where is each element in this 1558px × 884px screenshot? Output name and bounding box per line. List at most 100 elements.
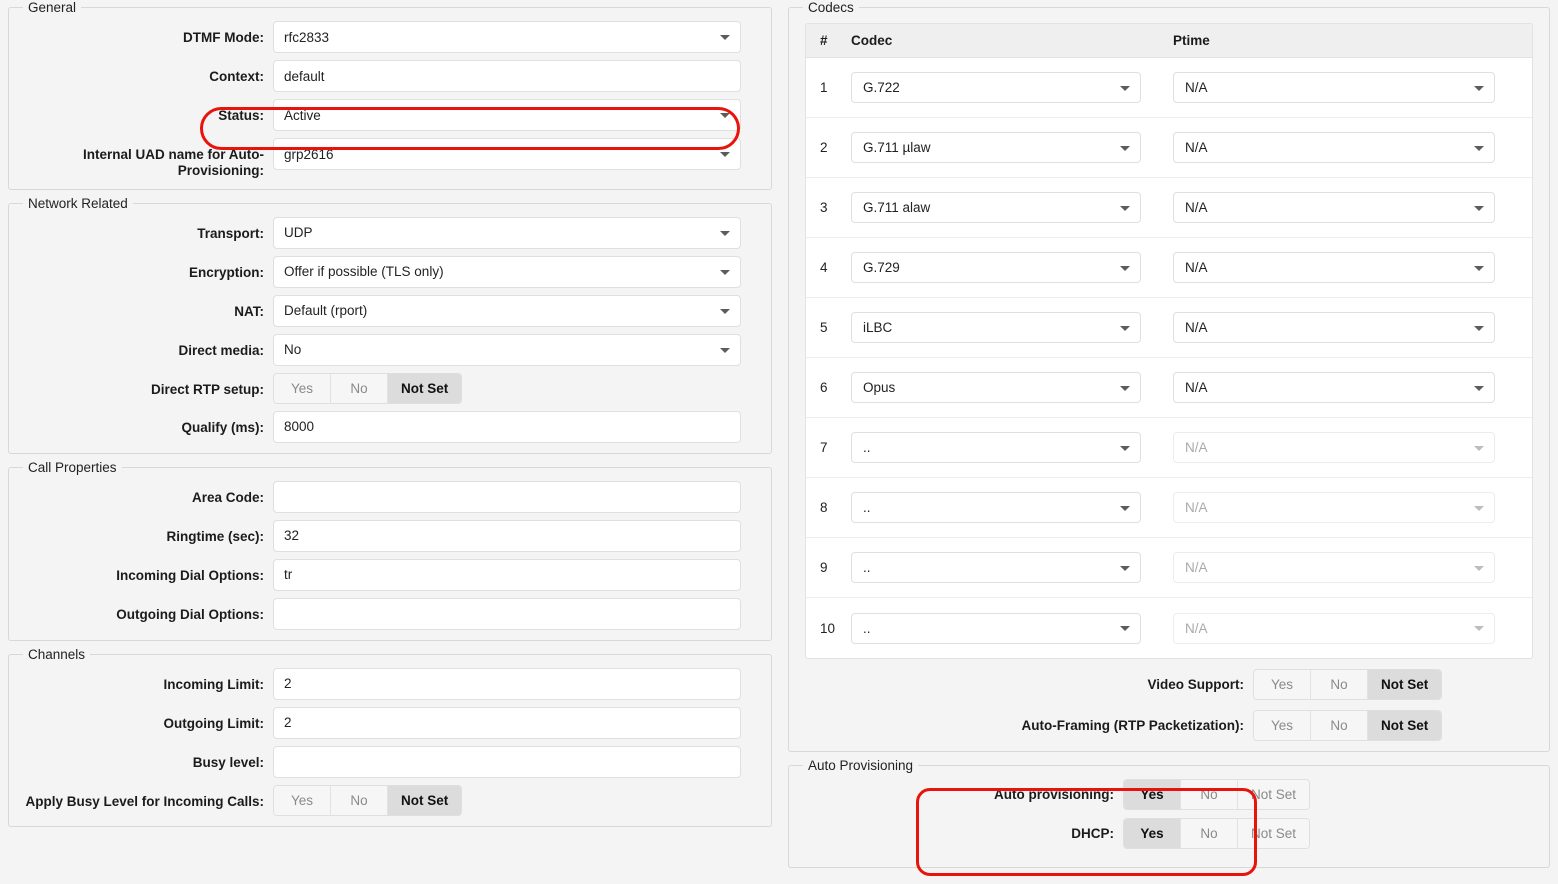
toggle-auto-framing-no[interactable]: No [1311, 711, 1368, 740]
chevron-down-icon [1474, 146, 1484, 151]
select-codec-1-value: G.722 [863, 80, 900, 95]
select-codec-6[interactable]: Opus [851, 372, 1141, 403]
select-ptime-3[interactable]: N/A [1173, 192, 1495, 223]
input-outgoing-limit-value: 2 [284, 715, 292, 730]
toggle-direct-rtp-setup-not-set[interactable]: Not Set [388, 374, 461, 403]
codec-row-number: 1 [806, 80, 848, 95]
select-ptime-7-value: N/A [1185, 440, 1208, 455]
toggle-auto-framing[interactable]: Yes No Not Set [1253, 710, 1442, 741]
toggle-video-support-no[interactable]: No [1311, 670, 1368, 699]
toggle-dhcp-not-set[interactable]: Not Set [1238, 819, 1309, 848]
select-ptime-10: N/A [1173, 613, 1495, 644]
chevron-down-icon [1474, 446, 1484, 451]
select-codec-5[interactable]: iLBC [851, 312, 1141, 343]
select-codec-4-value: G.729 [863, 260, 900, 275]
select-ptime-4-value: N/A [1185, 260, 1208, 275]
select-codec-8[interactable]: .. [851, 492, 1141, 523]
select-ptime-5[interactable]: N/A [1173, 312, 1495, 343]
table-row: 2 G.711 µlaw N/A [806, 118, 1532, 178]
select-dtmf-mode[interactable]: rfc2833 [273, 21, 741, 53]
toggle-apply-busy-level-not-set[interactable]: Not Set [388, 786, 461, 815]
input-context[interactable]: default [273, 60, 741, 92]
select-ptime-6[interactable]: N/A [1173, 372, 1495, 403]
section-network-related-legend: Network Related [23, 196, 133, 211]
table-row: 7 .. N/A [806, 418, 1532, 478]
toggle-video-support-not-set[interactable]: Not Set [1368, 670, 1441, 699]
toggle-auto-framing-not-set[interactable]: Not Set [1368, 711, 1441, 740]
toggle-auto-framing-yes[interactable]: Yes [1254, 711, 1311, 740]
field-row-outgoing-limit: Outgoing Limit: 2 [21, 707, 759, 739]
select-direct-media-value: No [284, 342, 301, 357]
select-codec-3[interactable]: G.711 alaw [851, 192, 1141, 223]
select-status[interactable]: Active [273, 99, 741, 131]
toggle-direct-rtp-setup-no[interactable]: No [331, 374, 388, 403]
input-area-code[interactable] [273, 481, 741, 513]
select-nat[interactable]: Default (rport) [273, 295, 741, 327]
label-encryption: Encryption: [21, 256, 273, 281]
toggle-auto-provisioning[interactable]: Yes No Not Set [1123, 779, 1310, 810]
select-ptime-4[interactable]: N/A [1173, 252, 1495, 283]
input-context-value: default [284, 69, 325, 84]
field-row-context: Context: default [21, 60, 759, 92]
select-transport-value: UDP [284, 225, 313, 240]
settings-page: General DTMF Mode: rfc2833 Context: defa… [0, 0, 1558, 884]
toggle-auto-provisioning-no[interactable]: No [1181, 780, 1238, 809]
toggle-dhcp-no[interactable]: No [1181, 819, 1238, 848]
toggle-direct-rtp-setup-yes[interactable]: Yes [274, 374, 331, 403]
select-ptime-2[interactable]: N/A [1173, 132, 1495, 163]
label-direct-media: Direct media: [21, 334, 273, 359]
section-auto-provisioning: Auto Provisioning Auto provisioning: Yes… [788, 758, 1550, 868]
label-busy-level: Busy level: [21, 746, 273, 771]
field-row-nat: NAT: Default (rport) [21, 295, 759, 327]
select-codec-6-value: Opus [863, 380, 895, 395]
toggle-video-support-yes[interactable]: Yes [1254, 670, 1311, 699]
input-busy-level[interactable] [273, 746, 741, 778]
toggle-dhcp-yes[interactable]: Yes [1124, 819, 1181, 848]
chevron-down-icon [1120, 386, 1130, 391]
codec-row-number: 6 [806, 380, 848, 395]
input-ringtime[interactable]: 32 [273, 520, 741, 552]
select-ptime-1[interactable]: N/A [1173, 72, 1495, 103]
select-dtmf-mode-value: rfc2833 [284, 30, 329, 45]
toggle-apply-busy-level[interactable]: Yes No Not Set [273, 785, 462, 816]
select-codec-4[interactable]: G.729 [851, 252, 1141, 283]
toggle-dhcp[interactable]: Yes No Not Set [1123, 818, 1310, 849]
select-codec-1[interactable]: G.722 [851, 72, 1141, 103]
chevron-down-icon [720, 231, 730, 236]
toggle-auto-provisioning-not-set[interactable]: Not Set [1238, 780, 1309, 809]
input-incoming-dial-options[interactable]: tr [273, 559, 741, 591]
table-row: 3 G.711 alaw N/A [806, 178, 1532, 238]
select-codec-9[interactable]: .. [851, 552, 1141, 583]
codec-row-number: 4 [806, 260, 848, 275]
label-outgoing-limit: Outgoing Limit: [21, 707, 273, 732]
chevron-down-icon [720, 113, 730, 118]
section-call-properties-legend: Call Properties [23, 460, 122, 475]
select-internal-uad-name-value: grp2616 [284, 147, 334, 162]
select-encryption[interactable]: Offer if possible (TLS only) [273, 256, 741, 288]
input-incoming-limit[interactable]: 2 [273, 668, 741, 700]
toggle-apply-busy-level-no[interactable]: No [331, 786, 388, 815]
select-codec-2[interactable]: G.711 µlaw [851, 132, 1141, 163]
toggle-video-support[interactable]: Yes No Not Set [1253, 669, 1442, 700]
codec-row-number: 10 [806, 621, 848, 636]
codec-header-codec: Codec [848, 33, 1170, 48]
field-row-outgoing-dial-options: Outgoing Dial Options: [21, 598, 759, 630]
codec-row-number: 5 [806, 320, 848, 335]
select-internal-uad-name[interactable]: grp2616 [273, 138, 741, 170]
chevron-down-icon [1474, 206, 1484, 211]
table-row: 4 G.729 N/A [806, 238, 1532, 298]
toggle-auto-provisioning-yes[interactable]: Yes [1124, 780, 1181, 809]
select-codec-10[interactable]: .. [851, 613, 1141, 644]
select-ptime-5-value: N/A [1185, 320, 1208, 335]
select-codec-7[interactable]: .. [851, 432, 1141, 463]
codec-row-number: 8 [806, 500, 848, 515]
select-direct-media[interactable]: No [273, 334, 741, 366]
input-outgoing-dial-options[interactable] [273, 598, 741, 630]
input-outgoing-limit[interactable]: 2 [273, 707, 741, 739]
select-ptime-3-value: N/A [1185, 200, 1208, 215]
select-transport[interactable]: UDP [273, 217, 741, 249]
input-qualify[interactable]: 8000 [273, 411, 741, 443]
chevron-down-icon [1120, 566, 1130, 571]
toggle-apply-busy-level-yes[interactable]: Yes [274, 786, 331, 815]
toggle-direct-rtp-setup[interactable]: Yes No Not Set [273, 373, 462, 404]
